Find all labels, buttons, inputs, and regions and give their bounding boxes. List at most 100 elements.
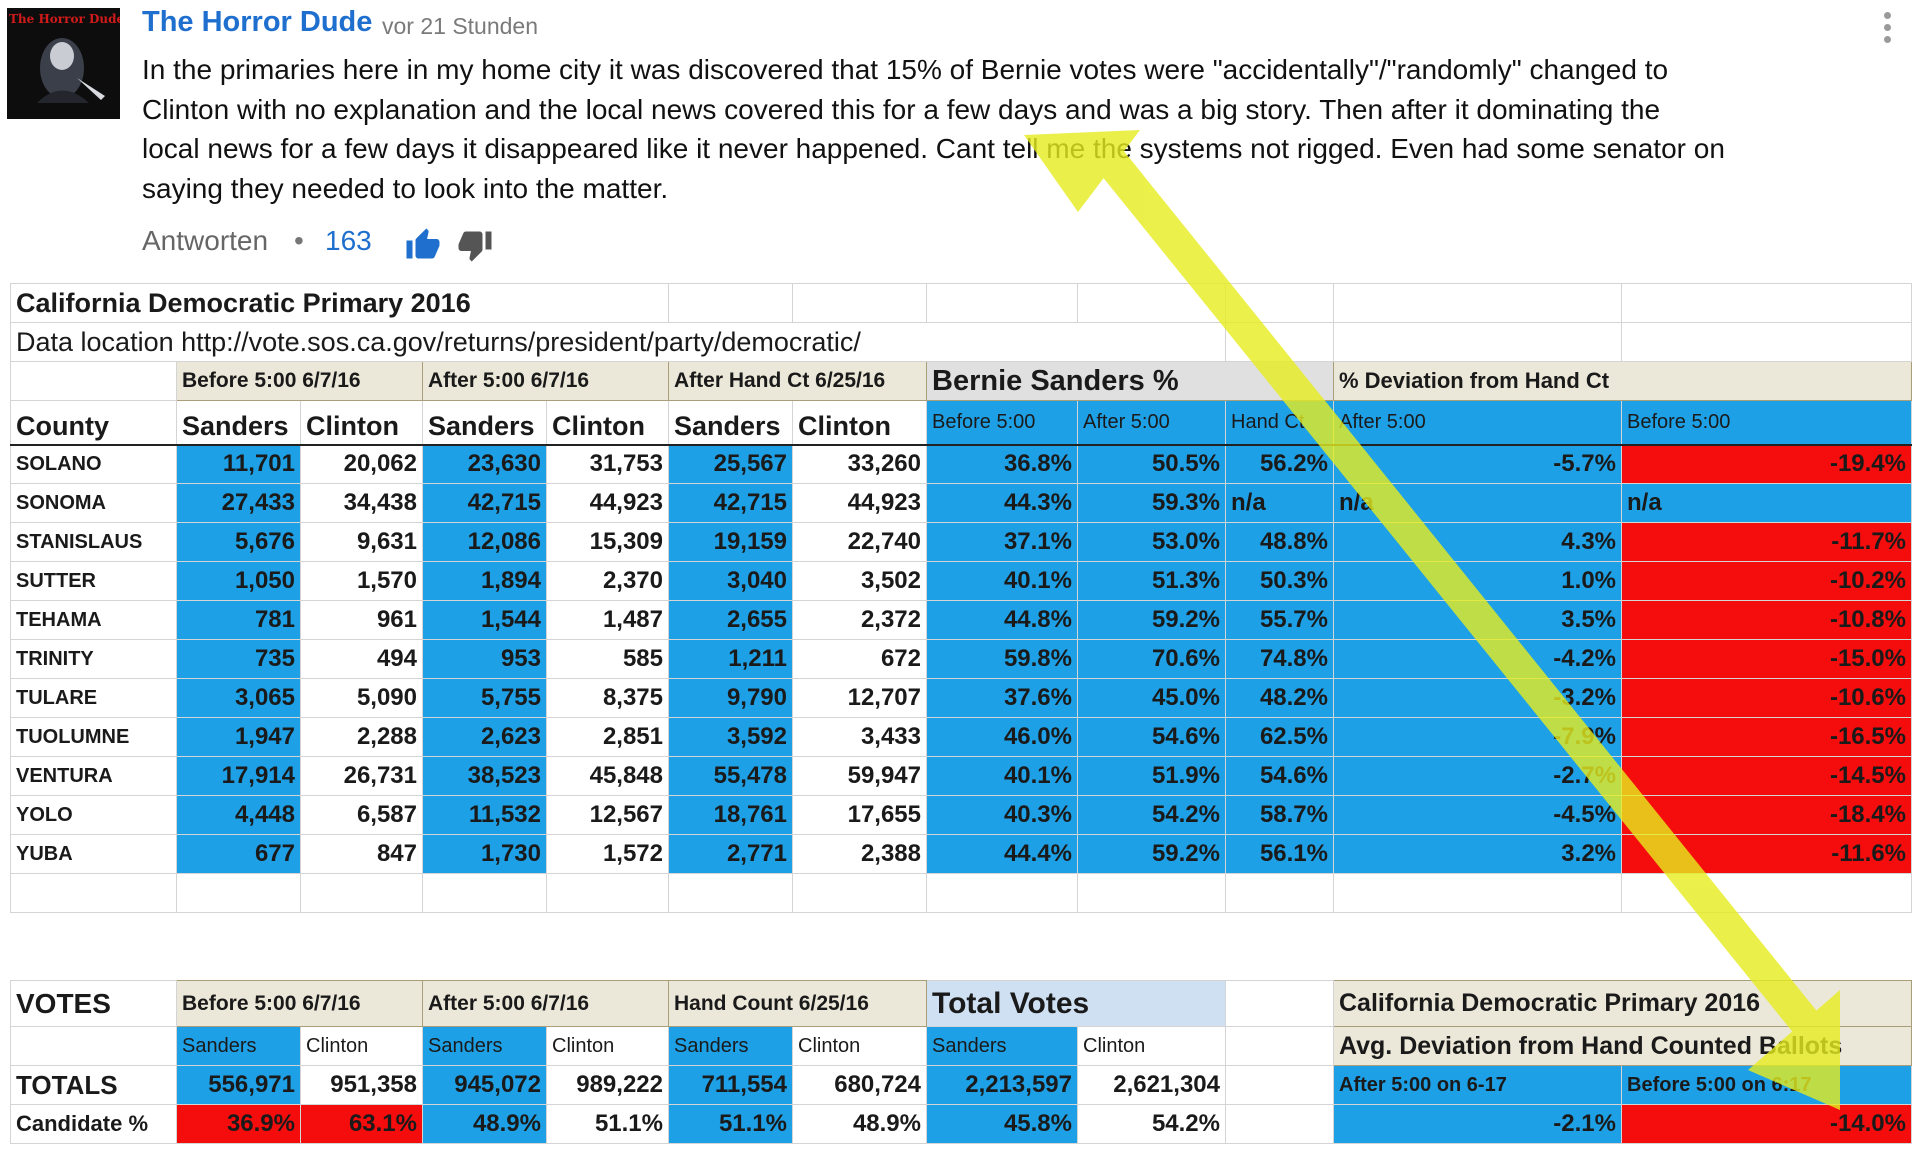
table-cell: 3,433 — [792, 717, 927, 757]
table-cell: 5,676 — [176, 522, 301, 562]
table-cell: 2,370 — [546, 561, 669, 601]
table-cell: 22,740 — [792, 522, 927, 562]
author-name[interactable]: The Horror Dude — [142, 6, 372, 39]
table-cell: 2,388 — [792, 834, 927, 874]
table-cell: -10.8% — [1621, 600, 1912, 640]
col-clinton: Clinton — [792, 400, 927, 446]
table-cell: 1.0% — [1333, 561, 1622, 601]
candidate-pct-cell: 63.1% — [300, 1104, 423, 1144]
col-sanders: Sanders — [422, 400, 547, 446]
table-cell: 847 — [300, 834, 423, 874]
comment: The Horror Dude The Horror Dude vor 21 S… — [0, 0, 1920, 280]
totals-cell: 945,072 — [422, 1065, 547, 1105]
county-name: TRINITY — [10, 639, 177, 679]
data-location: Data location http://vote.sos.ca.gov/ret… — [10, 322, 1226, 362]
table-cell: 40.1% — [926, 561, 1078, 601]
table-cell: 585 — [546, 639, 669, 679]
summary-title: California Democratic Primary 2016 — [1333, 980, 1912, 1027]
table-cell: 48.8% — [1225, 522, 1334, 562]
candidate-pct-cell: 36.9% — [176, 1104, 301, 1144]
table-cell: 59,947 — [792, 756, 927, 796]
avatar[interactable]: The Horror Dude — [7, 8, 120, 119]
table-cell: 55,478 — [668, 756, 793, 796]
county-name: TULARE — [10, 678, 177, 718]
candidate-pct-cell: 45.8% — [926, 1104, 1078, 1144]
table-cell: 4.3% — [1333, 522, 1622, 562]
table-cell: 44.3% — [926, 483, 1078, 523]
table-cell: 3,592 — [668, 717, 793, 757]
like-count: 163 — [325, 225, 372, 256]
table-cell: 25,567 — [668, 444, 793, 484]
table-cell: 11,532 — [422, 795, 547, 835]
candidate-pct-cell: 48.9% — [422, 1104, 547, 1144]
table-cell: 5,090 — [300, 678, 423, 718]
comment-line: Clinton with no explanation and the loca… — [142, 93, 1661, 125]
table-cell: -11.6% — [1621, 834, 1912, 874]
comment-line: In the primaries here in my home city it… — [142, 54, 1669, 85]
table-cell: 45,848 — [546, 756, 669, 796]
totals-cell: 2,213,597 — [926, 1065, 1078, 1105]
table-cell: 2,771 — [668, 834, 793, 874]
table-cell: 31,753 — [546, 444, 669, 484]
table-cell: 51.9% — [1077, 756, 1226, 796]
table-cell: 50.3% — [1225, 561, 1334, 601]
table-cell: 46.0% — [926, 717, 1078, 757]
votes-clinton-label: Clinton — [792, 1026, 927, 1066]
table-cell: 1,894 — [422, 561, 547, 601]
votes-before: Before 5:00 6/7/16 — [176, 980, 423, 1027]
table-cell: 26,731 — [300, 756, 423, 796]
col-clinton: Clinton — [300, 400, 423, 446]
totals-cell: 951,358 — [300, 1065, 423, 1105]
table-cell: 38,523 — [422, 756, 547, 796]
table-cell: n/a — [1621, 483, 1912, 523]
table-cell: 42,715 — [422, 483, 547, 523]
col-handct: Hand Ct — [1225, 400, 1334, 446]
reply-button[interactable]: Antworten — [142, 225, 268, 257]
table-cell: -11.7% — [1621, 522, 1912, 562]
summary-before-value: -14.0% — [1621, 1104, 1912, 1144]
spacer-row — [10, 873, 1912, 913]
votes-clinton-label: Clinton — [300, 1026, 423, 1066]
table-cell: 12,567 — [546, 795, 669, 835]
thumbs-down-icon[interactable] — [457, 227, 493, 263]
col-sanders: Sanders — [668, 400, 793, 446]
table-row: SONOMA 27,433 34,438 42,715 44,923 42,715 44,9… — [10, 483, 1912, 523]
table-cell: 70.6% — [1077, 639, 1226, 679]
table-cell: n/a — [1333, 483, 1622, 523]
comment-line: local news for a few days it disappeared… — [142, 133, 1725, 164]
table-cell: 51.3% — [1077, 561, 1226, 601]
table-cell: 8,375 — [546, 678, 669, 718]
more-vertical-icon[interactable] — [1880, 12, 1894, 52]
table-cell: 54.2% — [1077, 795, 1226, 835]
table-row: SOLANO 11,701 20,062 23,630 31,753 25,567 33,2… — [10, 444, 1912, 484]
table-cell: 3,502 — [792, 561, 927, 601]
group-after: After 5:00 6/7/16 — [422, 361, 669, 401]
votes-sanders-label: Sanders — [926, 1026, 1078, 1066]
table-cell: 953 — [422, 639, 547, 679]
county-name: YOLO — [10, 795, 177, 835]
thumbs-up-icon[interactable] — [405, 227, 441, 263]
table-cell: 961 — [300, 600, 423, 640]
table-cell: -2.7% — [1333, 756, 1622, 796]
totals-cell: 989,222 — [546, 1065, 669, 1105]
separator-dot: • — [294, 225, 304, 256]
table-cell: 45.0% — [1077, 678, 1226, 718]
col-dev-before: Before 5:00 — [1621, 400, 1912, 446]
group-bernie-pct: Bernie Sanders % — [926, 361, 1334, 401]
table-cell: 54.6% — [1225, 756, 1334, 796]
table-cell: 9,790 — [668, 678, 793, 718]
votes-label: VOTES — [10, 980, 177, 1027]
timestamp[interactable]: vor 21 Stunden — [382, 13, 538, 40]
table-cell: 33,260 — [792, 444, 927, 484]
votes-clinton-label: Clinton — [1077, 1026, 1226, 1066]
col-before500: Before 5:00 — [926, 400, 1078, 446]
table-cell: 44.8% — [926, 600, 1078, 640]
table-cell: 58.7% — [1225, 795, 1334, 835]
spreadsheet-image: California Democratic Primary 2016 Data … — [10, 283, 1920, 1165]
avatar-image — [37, 38, 105, 103]
table-cell: 54.6% — [1077, 717, 1226, 757]
group-deviation: % Deviation from Hand Ct — [1333, 361, 1912, 401]
table-cell: 74.8% — [1225, 639, 1334, 679]
table-row: YOLO 4,448 6,587 11,532 12,567 18,761 17,655 40… — [10, 795, 1912, 835]
table-row: TUOLUMNE 1,947 2,288 2,623 2,851 3,592 3,433 46… — [10, 717, 1912, 757]
